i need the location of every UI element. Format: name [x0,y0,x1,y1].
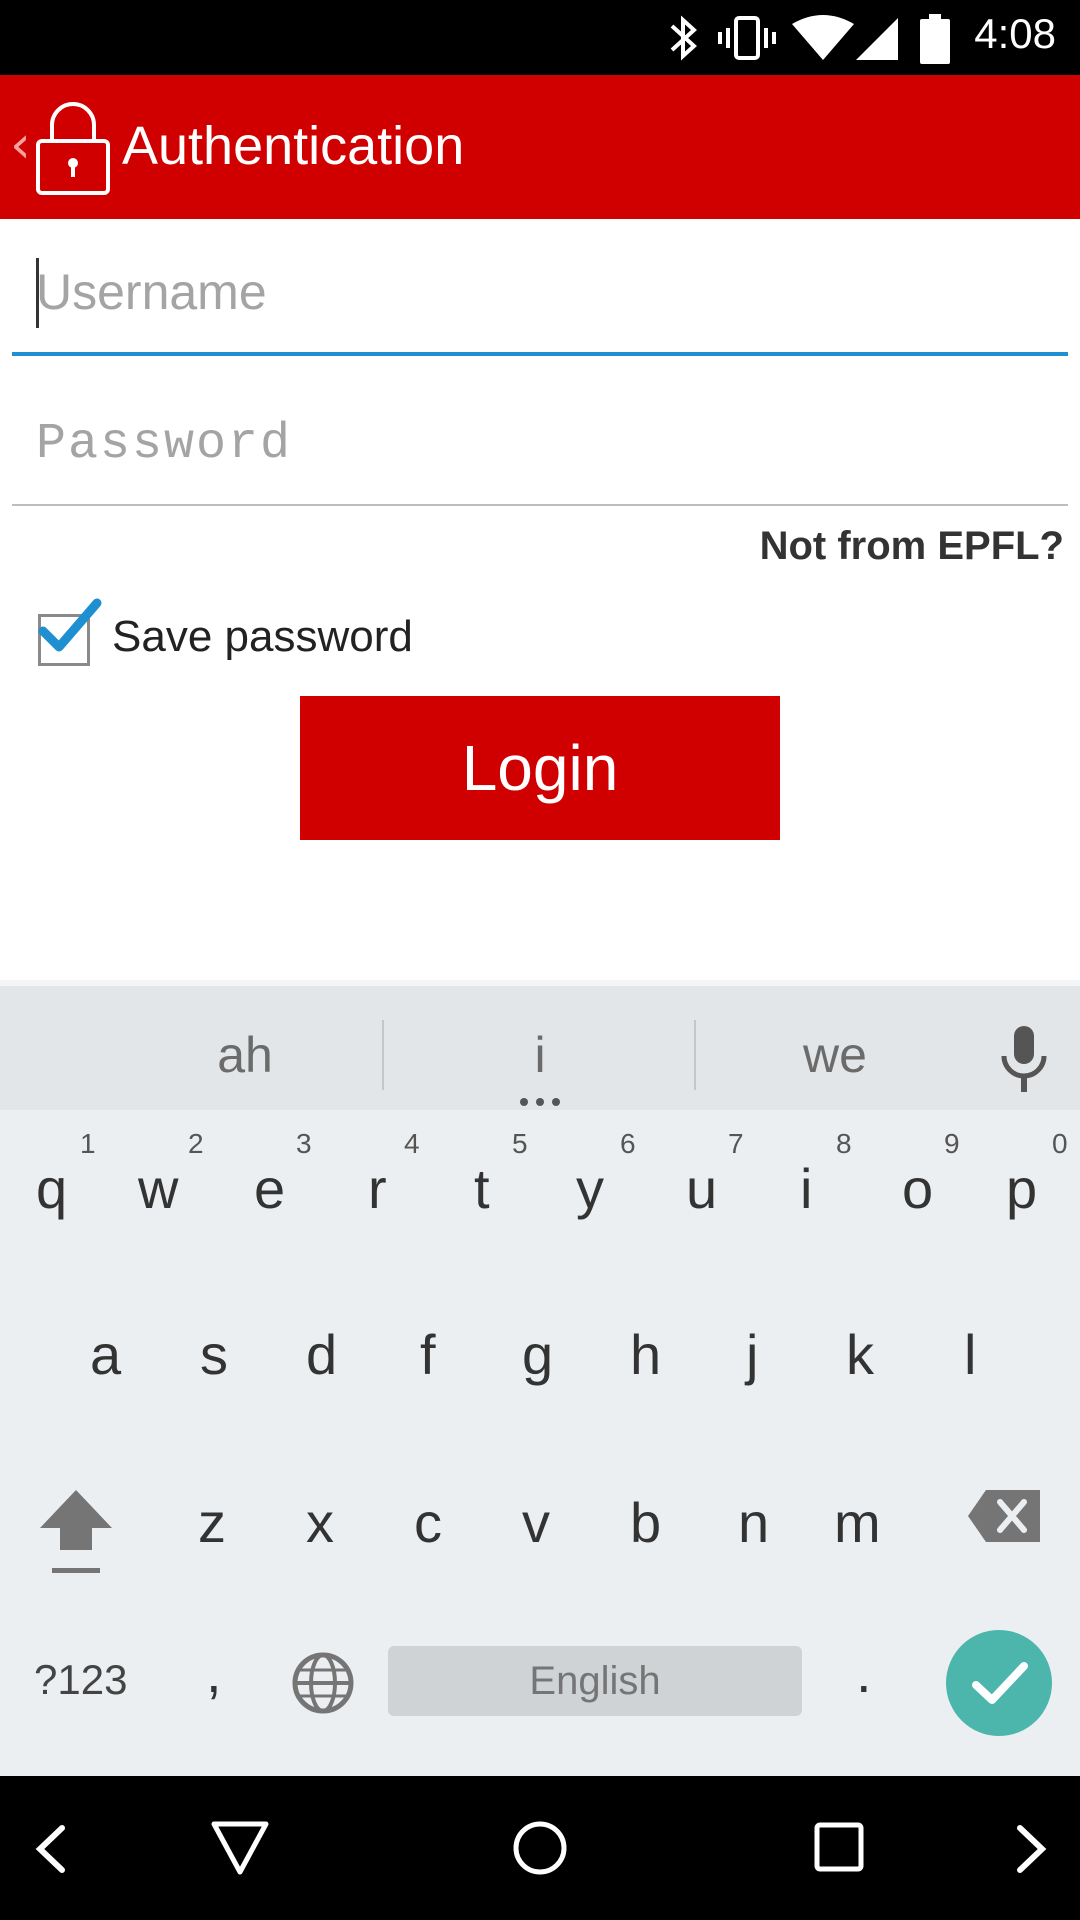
battery-icon [920,14,950,64]
shift-icon[interactable] [38,1488,114,1576]
key-hint: 9 [944,1128,960,1159]
action-bar: ‹ Authentication [0,75,1080,219]
username-field[interactable] [12,232,1068,356]
status-bar: 4:08 [0,0,1080,75]
suggestion-2[interactable]: i [480,1026,600,1084]
key-d[interactable]: d [306,1322,337,1387]
key-t[interactable]: t [474,1156,490,1221]
wifi-icon [792,15,854,60]
back-triangle-icon[interactable] [210,1820,270,1876]
key-v[interactable]: v [522,1490,550,1555]
key-hint: 0 [1052,1128,1068,1159]
key-hint: 3 [296,1128,312,1159]
up-chevron-icon[interactable]: ‹ [10,115,31,175]
key-x[interactable]: x [306,1490,334,1555]
home-circle-icon[interactable] [512,1820,568,1876]
key-l[interactable]: l [964,1322,976,1387]
key-a[interactable]: a [90,1322,121,1387]
key-e[interactable]: e [254,1156,285,1221]
key-f[interactable]: f [420,1322,436,1387]
key-comma[interactable]: , [206,1640,222,1705]
save-password-checkbox[interactable] [38,598,102,666]
suggestion-divider [382,1020,384,1090]
checkmark-icon [38,598,102,652]
checkmark-icon [972,1662,1028,1704]
suggestion-strip: ah i we [0,980,1080,1110]
page-title: Authentication [122,116,465,176]
key-o[interactable]: o [902,1156,933,1221]
globe-icon[interactable] [292,1652,354,1714]
recents-square-icon[interactable] [814,1822,864,1872]
suggestion-3[interactable]: we [770,1026,900,1084]
key-w[interactable]: w [138,1156,178,1221]
symbols-key[interactable]: ?123 [34,1656,127,1704]
key-c[interactable]: c [414,1490,442,1555]
key-y[interactable]: y [576,1156,604,1221]
chevron-right-icon[interactable] [1010,1824,1050,1874]
key-period[interactable]: . [856,1640,872,1705]
key-s[interactable]: s [200,1322,228,1387]
space-key[interactable]: English [388,1646,802,1716]
save-password-label[interactable]: Save password [112,612,413,662]
chevron-left-icon[interactable] [32,1824,72,1874]
lock-icon[interactable] [34,99,112,195]
key-m[interactable]: m [834,1490,881,1555]
not-from-epfl-link[interactable]: Not from EPFL? [760,524,1064,569]
key-r[interactable]: r [368,1156,387,1221]
key-z[interactable]: z [198,1490,226,1555]
done-key[interactable] [946,1630,1052,1736]
backspace-icon[interactable] [966,1488,1042,1544]
key-h[interactable]: h [630,1322,661,1387]
suggestion-1[interactable]: ah [180,1026,310,1084]
password-input[interactable] [12,384,1068,504]
key-hint: 2 [188,1128,204,1159]
key-q[interactable]: q [36,1156,67,1221]
login-button[interactable]: Login [300,696,780,840]
vibrate-icon [718,16,776,60]
navigation-bar [0,1776,1080,1920]
key-j[interactable]: j [746,1322,758,1387]
key-g[interactable]: g [522,1322,553,1387]
text-caret [36,258,39,328]
key-hint: 6 [620,1128,636,1159]
more-suggestions-dots [520,1098,560,1106]
soft-keyboard: ah i we 1 2 3 4 5 6 7 8 9 0 q w e r t y … [0,980,1080,1776]
key-hint: 8 [836,1128,852,1159]
key-u[interactable]: u [686,1156,717,1221]
key-hint: 1 [80,1128,96,1159]
key-hint: 4 [404,1128,420,1159]
key-i[interactable]: i [800,1156,812,1221]
password-field[interactable] [12,384,1068,506]
username-input[interactable] [12,232,1068,352]
key-hint: 5 [512,1128,528,1159]
microphone-icon[interactable] [1000,1026,1048,1094]
status-time: 4:08 [974,10,1056,57]
key-p[interactable]: p [1006,1156,1037,1221]
key-hint: 7 [728,1128,744,1159]
signal-icon [856,18,898,60]
key-n[interactable]: n [738,1490,769,1555]
key-k[interactable]: k [846,1322,874,1387]
suggestion-divider [694,1020,696,1090]
bluetooth-icon [670,15,697,61]
key-b[interactable]: b [630,1490,661,1555]
